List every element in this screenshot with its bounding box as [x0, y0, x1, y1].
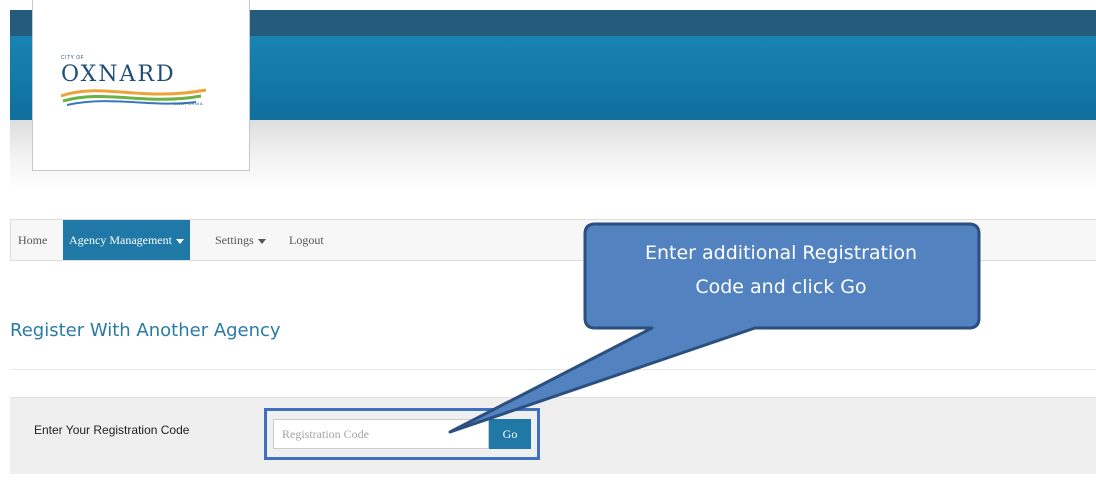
callout-text: Enter additional Registration Code and c…	[583, 236, 979, 304]
callout-line-2: Code and click Go	[695, 276, 867, 298]
callout-line-1: Enter additional Registration	[644, 242, 917, 264]
